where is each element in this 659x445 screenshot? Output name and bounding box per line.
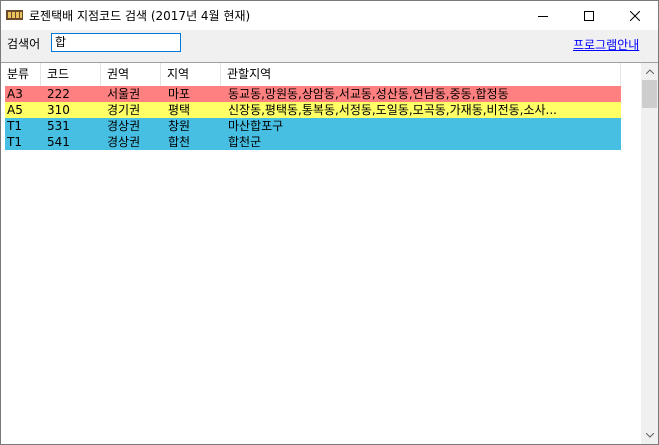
list-header: 분류 코드 권역 지역 관할지역 bbox=[1, 63, 641, 86]
list-rows: A3 222 서울권 마포 동교동,망원동,상암동,서교동,성산동,연남동,중동… bbox=[5, 86, 621, 150]
vertical-scrollbar[interactable] bbox=[641, 63, 658, 444]
cell-jurisdiction: 동교동,망원동,상암동,서교동,성산동,연남동,중동,합정동 bbox=[228, 87, 509, 101]
column-header-category[interactable]: 분류 bbox=[1, 63, 41, 86]
table-row[interactable]: A5 310 경기권 평택 신장동,평택동,통복동,서정동,도일동,모곡동,가재… bbox=[5, 102, 621, 118]
cell-code: 222 bbox=[47, 87, 70, 101]
close-icon bbox=[630, 10, 640, 21]
cell-category: A3 bbox=[7, 87, 23, 101]
table-row[interactable]: T1 531 경상권 창원 마산합포구 bbox=[5, 118, 621, 134]
cell-jurisdiction: 신장동,평택동,통복동,서정동,도일동,모곡동,가재동,비전동,소사... bbox=[228, 103, 558, 117]
result-list[interactable]: 분류 코드 권역 지역 관할지역 A3 222 서울권 마포 동교동,망원동,상… bbox=[1, 62, 658, 444]
column-header-jurisdiction[interactable]: 관할지역 bbox=[221, 63, 621, 86]
chevron-down-icon bbox=[645, 433, 654, 438]
search-input[interactable]: 합 bbox=[51, 33, 181, 52]
search-label: 검색어 bbox=[7, 37, 41, 51]
cell-category: T1 bbox=[7, 119, 22, 133]
chevron-up-icon bbox=[645, 69, 654, 74]
minimize-button[interactable] bbox=[520, 1, 566, 30]
app-icon bbox=[6, 10, 23, 20]
cell-jurisdiction: 마산합포구 bbox=[228, 119, 284, 133]
cell-region: 경상권 bbox=[107, 135, 141, 149]
scroll-up-button[interactable] bbox=[641, 63, 658, 80]
program-guide-link[interactable]: 프로그램안내 bbox=[573, 36, 639, 53]
scroll-thumb[interactable] bbox=[642, 80, 657, 108]
column-header-region[interactable]: 권역 bbox=[101, 63, 161, 86]
cell-area: 합천 bbox=[168, 135, 191, 149]
cell-jurisdiction: 합천군 bbox=[228, 135, 262, 149]
close-button[interactable] bbox=[612, 1, 658, 30]
table-row[interactable]: T1 541 경상권 합천 합천군 bbox=[5, 134, 621, 150]
title-bar[interactable]: 로젠택배 지점코드 검색 (2017년 4월 현재) bbox=[1, 1, 658, 30]
scroll-down-button[interactable] bbox=[641, 427, 658, 444]
cell-area: 창원 bbox=[168, 119, 191, 133]
maximize-icon bbox=[584, 10, 594, 21]
cell-area: 마포 bbox=[168, 87, 191, 101]
cell-region: 서울권 bbox=[107, 87, 141, 101]
minimize-icon bbox=[538, 15, 548, 17]
cell-region: 경상권 bbox=[107, 119, 141, 133]
cell-category: T1 bbox=[7, 135, 22, 149]
column-header-area[interactable]: 지역 bbox=[161, 63, 221, 86]
window-title: 로젠택배 지점코드 검색 (2017년 4월 현재) bbox=[29, 9, 251, 23]
cell-code: 531 bbox=[47, 119, 70, 133]
maximize-button[interactable] bbox=[566, 1, 612, 30]
cell-code: 541 bbox=[47, 135, 70, 149]
column-header-code[interactable]: 코드 bbox=[41, 63, 101, 86]
cell-area: 평택 bbox=[168, 103, 191, 117]
cell-code: 310 bbox=[47, 103, 70, 117]
main-window: 로젠택배 지점코드 검색 (2017년 4월 현재) 검색어 합 프로그램안내 … bbox=[0, 0, 659, 445]
cell-region: 경기권 bbox=[107, 103, 141, 117]
cell-category: A5 bbox=[7, 103, 23, 117]
table-row[interactable]: A3 222 서울권 마포 동교동,망원동,상암동,서교동,성산동,연남동,중동… bbox=[5, 86, 621, 102]
